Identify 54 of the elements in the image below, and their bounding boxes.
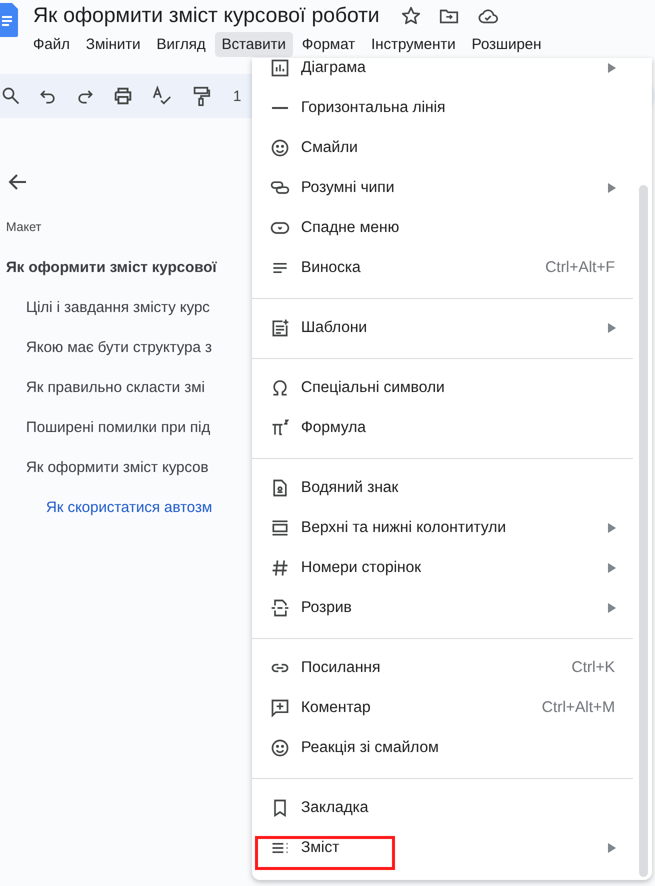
menu-item[interactable]: Виноска Ctrl+Alt+F [252, 248, 633, 288]
menu-bar-item[interactable]: Вставити [214, 32, 293, 57]
menu-bar-item[interactable]: Формат [294, 32, 362, 57]
shortcut-text: Ctrl+Alt+F [545, 259, 615, 277]
outline-heading[interactable]: Як оформити зміст курсов [26, 458, 252, 478]
menu-item[interactable]: Розумні чипи [252, 168, 633, 208]
menu-item[interactable]: Горизонтальна лінія [252, 88, 633, 128]
menu-item[interactable]: Водяний знак [252, 468, 633, 508]
outline-heading[interactable]: Якою має бути структура з [26, 338, 252, 358]
menu-item[interactable]: Номери сторінок [252, 548, 633, 588]
menu-bar-item[interactable]: Файл [26, 32, 77, 57]
shortcut-text: Ctrl+Alt+M [542, 699, 615, 717]
menu-bar-item[interactable]: Вигляд [150, 32, 213, 57]
menu-bar-item[interactable]: Інструменти [364, 32, 463, 57]
smiley-icon [270, 738, 290, 758]
menu-item[interactable]: Зміст [252, 828, 633, 868]
menu-item[interactable]: Спеціальні символи [252, 368, 633, 408]
outline-label: Макет [6, 220, 42, 234]
menu-item[interactable]: Формула [252, 408, 633, 448]
scrollbar-thumb[interactable] [639, 185, 648, 877]
docs-logo-icon[interactable] [0, 3, 18, 37]
menu-item[interactable]: Верхні та нижні колонтитули [252, 508, 633, 548]
comment-icon [270, 698, 290, 718]
menu-bar-item[interactable]: Змінити [78, 32, 148, 57]
shortcut-text: Ctrl+K [572, 659, 615, 677]
menu-item[interactable]: Спадне меню [252, 208, 633, 248]
search-icon[interactable] [1, 86, 21, 106]
menu-item[interactable]: Шаблони [252, 308, 633, 348]
chart-icon [270, 58, 290, 78]
menu-item[interactable]: Розрив [252, 588, 633, 628]
menu-item[interactable]: Посилання Ctrl+K [252, 648, 633, 688]
outline-heading[interactable]: Як скористатися автозм [46, 498, 252, 518]
line-icon [272, 107, 288, 109]
outline-heading[interactable]: Цілі і завдання змісту курс [26, 298, 252, 318]
print-icon[interactable] [112, 85, 134, 107]
page-break-icon [270, 598, 290, 618]
outline-heading[interactable]: Як правильно скласти змі [26, 378, 252, 398]
menu-item[interactable]: Коментар Ctrl+Alt+M [252, 688, 633, 728]
outline-heading[interactable]: Як оформити зміст курсової [6, 258, 252, 278]
menu-bar-item[interactable]: Розширен [464, 32, 548, 57]
pi-icon [270, 418, 290, 438]
menu-item[interactable]: Закладка [252, 788, 633, 828]
document-title[interactable]: Як оформити зміст курсової роботи [33, 4, 380, 28]
smiley-icon [270, 138, 290, 158]
outline-heading[interactable]: Поширені помилки при під [26, 418, 252, 438]
zoom-value[interactable]: 1 [233, 88, 242, 104]
star-icon[interactable] [400, 5, 422, 27]
template-icon [270, 318, 290, 338]
menu-item[interactable]: Діаграма [252, 58, 633, 88]
header-footer-icon [270, 518, 290, 538]
spellcheck-icon[interactable] [151, 85, 173, 107]
menu-item[interactable]: Реакція зі смайлом [252, 728, 633, 768]
hash-icon [270, 558, 290, 578]
menu-item[interactable]: Смайли [252, 128, 633, 168]
